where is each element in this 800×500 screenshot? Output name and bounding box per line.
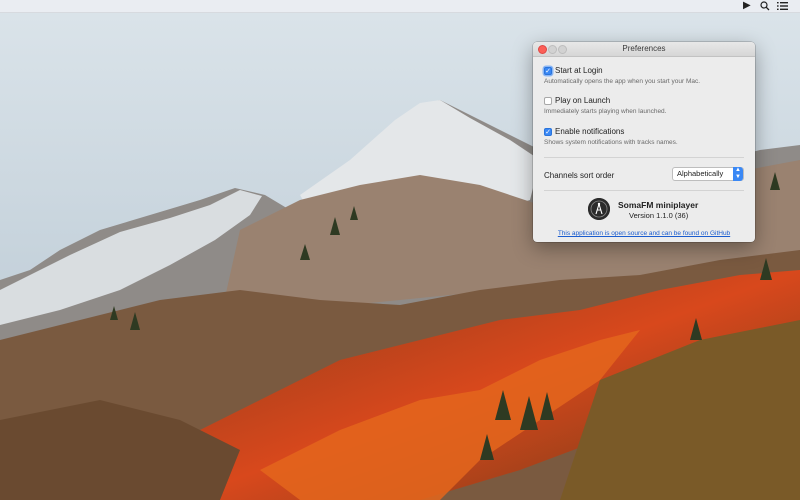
separator [544,157,744,158]
enable-notifications-label[interactable]: Enable notifications [555,127,624,136]
list-icon[interactable] [777,1,788,14]
play-icon[interactable]: ▶ [743,1,751,11]
github-link[interactable]: This application is open source and can … [533,230,755,237]
enable-notifications-description: Shows system notifications with tracks n… [544,139,678,146]
sort-order-label: Channels sort order [544,171,615,180]
preferences-window: Preferences ✓ Start at Login Automatical… [533,42,755,242]
app-icon [588,198,610,220]
start-at-login-description: Automatically opens the app when you sta… [544,78,701,85]
app-version: Version 1.1.0 (36) [629,211,689,220]
search-icon[interactable] [760,1,770,14]
play-on-launch-checkbox[interactable] [544,97,552,105]
chevron-updown-icon: ▲ ▼ [733,167,743,181]
play-on-launch-description: Immediately starts playing when launched… [544,108,667,115]
sort-order-select[interactable]: Alphabetically ▲ ▼ [672,167,744,181]
sort-order-value: Alphabetically [677,169,724,178]
title-bar[interactable]: Preferences [533,42,755,57]
separator [544,190,744,191]
start-at-login-label[interactable]: Start at Login [555,66,603,75]
enable-notifications-checkbox[interactable]: ✓ [544,128,552,136]
window-title: Preferences [622,44,666,53]
app-name: SomaFM miniplayer [618,200,699,210]
start-at-login-checkbox[interactable]: ✓ [544,67,552,75]
menu-bar: ▶ [0,0,800,13]
play-on-launch-label[interactable]: Play on Launch [555,96,610,105]
